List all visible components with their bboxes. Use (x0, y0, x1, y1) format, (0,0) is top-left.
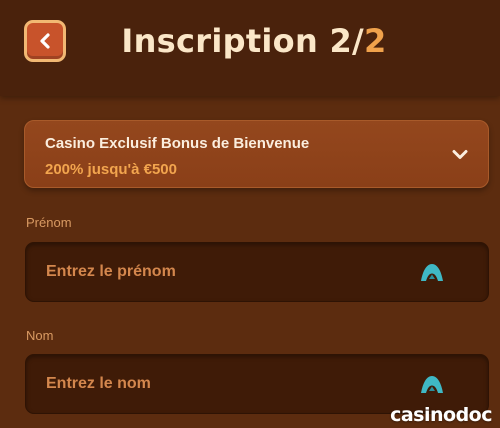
bonus-title: Casino Exclusif Bonus de Bienvenue (45, 135, 310, 152)
chevron-down-icon (452, 150, 468, 159)
last-name-input[interactable] (26, 355, 406, 413)
first-name-field[interactable] (25, 242, 489, 302)
first-name-label: Prénom (26, 215, 72, 230)
password-manager-icon[interactable] (420, 374, 444, 394)
header-bar: Inscription 2/2 (0, 0, 500, 96)
password-manager-icon[interactable] (420, 262, 444, 282)
page-title: Inscription 2/2 (0, 22, 500, 60)
page-title-text: Inscription 2/ (121, 22, 365, 60)
welcome-bonus-dropdown[interactable]: Casino Exclusif Bonus de Bienvenue 200% … (24, 120, 489, 188)
first-name-input[interactable] (26, 243, 406, 301)
page-title-step: 2 (364, 22, 387, 60)
bonus-offer: 200% jusqu'à €500 (45, 161, 177, 178)
watermark-logo: casinodoc (390, 404, 492, 426)
last-name-label: Nom (26, 328, 54, 343)
